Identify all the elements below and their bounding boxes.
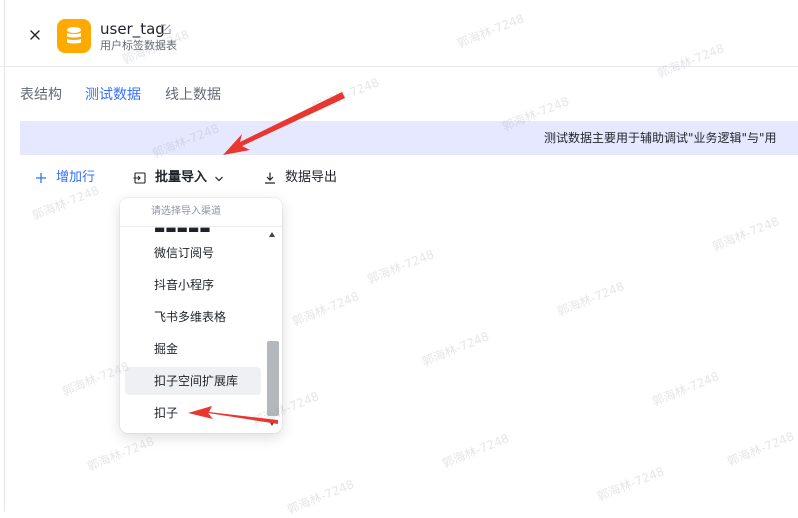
edit-icon[interactable] — [160, 24, 171, 35]
watermark: 郭海林-7248 — [555, 279, 627, 319]
watermark: 郭海林-7248 — [290, 289, 362, 329]
tab-test-data[interactable]: 测试数据 — [85, 86, 141, 104]
option-label: 微信订阅号 — [154, 246, 215, 260]
tab-schema[interactable]: 表结构 — [20, 86, 62, 104]
watermark: 郭海林-7248 — [365, 247, 437, 287]
import-option-coze-space-extensions[interactable]: 扣子空间扩展库 — [125, 367, 261, 395]
import-icon — [133, 172, 146, 184]
option-label: 飞书多维表格 — [154, 310, 227, 324]
download-icon — [265, 172, 275, 184]
info-banner: 测试数据主要用于辅助调试"业务逻辑"与"用 — [20, 121, 798, 155]
watermark: 郭海林-7248 — [595, 464, 667, 504]
watermark: 郭海林-7248 — [310, 75, 382, 115]
tab-online-data[interactable]: 线上数据 — [165, 86, 221, 104]
table-description: 用户标签数据表 — [100, 39, 177, 52]
import-option-coze[interactable]: 扣子 — [125, 399, 261, 427]
batch-import-label: 批量导入 — [155, 170, 208, 185]
option-label: 扣子空间扩展库 — [154, 374, 239, 388]
watermark: 郭海林-7248 — [725, 429, 797, 469]
watermark: 郭海林-7248 — [710, 214, 782, 254]
dropdown-partial-item: ▬▬▬▬▬ — [154, 222, 211, 236]
left-divider — [4, 0, 5, 511]
add-row-label: 增加行 — [56, 170, 96, 185]
import-channel-dropdown: 请选择导入渠道 ▬▬▬▬▬ 微信订阅号 抖音小程序 飞书多维表格 掘金 扣子空间… — [120, 198, 282, 433]
watermark: 郭海林-7248 — [650, 369, 722, 409]
scroll-up-arrow-icon[interactable] — [269, 232, 275, 237]
batch-import-button[interactable]: 批量导入 — [133, 169, 228, 187]
watermark: 郭海林-7248 — [420, 329, 492, 369]
import-option-wechat-subscription[interactable]: 微信订阅号 — [125, 239, 261, 267]
import-option-feishu-bitable[interactable]: 飞书多维表格 — [125, 303, 261, 331]
data-export-button[interactable]: 数据导出 — [263, 169, 343, 187]
page-header: user_tag 用户标签数据表 — [0, 0, 798, 67]
add-row-button[interactable]: 增加行 — [34, 169, 104, 187]
option-label: 掘金 — [154, 342, 179, 356]
watermark: 郭海林-7248 — [285, 477, 357, 517]
dropdown-header-label: 请选择导入渠道 — [151, 206, 221, 217]
info-banner-text: 测试数据主要用于辅助调试"业务逻辑"与"用 — [544, 131, 777, 145]
scroll-down-arrow-icon[interactable] — [269, 421, 275, 426]
import-option-juejin[interactable]: 掘金 — [125, 335, 261, 363]
watermark: 郭海林-7248 — [85, 434, 157, 474]
plus-icon — [36, 173, 46, 183]
import-option-douyin-miniapp[interactable]: 抖音小程序 — [125, 271, 261, 299]
close-icon[interactable] — [27, 27, 43, 43]
dropdown-scrollbar-thumb[interactable] — [267, 341, 279, 416]
watermark: 郭海林-7248 — [30, 183, 102, 223]
option-label: 抖音小程序 — [154, 278, 215, 292]
data-export-label: 数据导出 — [285, 170, 338, 185]
option-label: 扣子 — [154, 406, 179, 420]
chevron-down-icon — [215, 176, 223, 182]
database-icon — [57, 19, 91, 53]
table-title: user_tag — [100, 20, 165, 38]
watermark: 郭海林-7248 — [440, 431, 512, 471]
